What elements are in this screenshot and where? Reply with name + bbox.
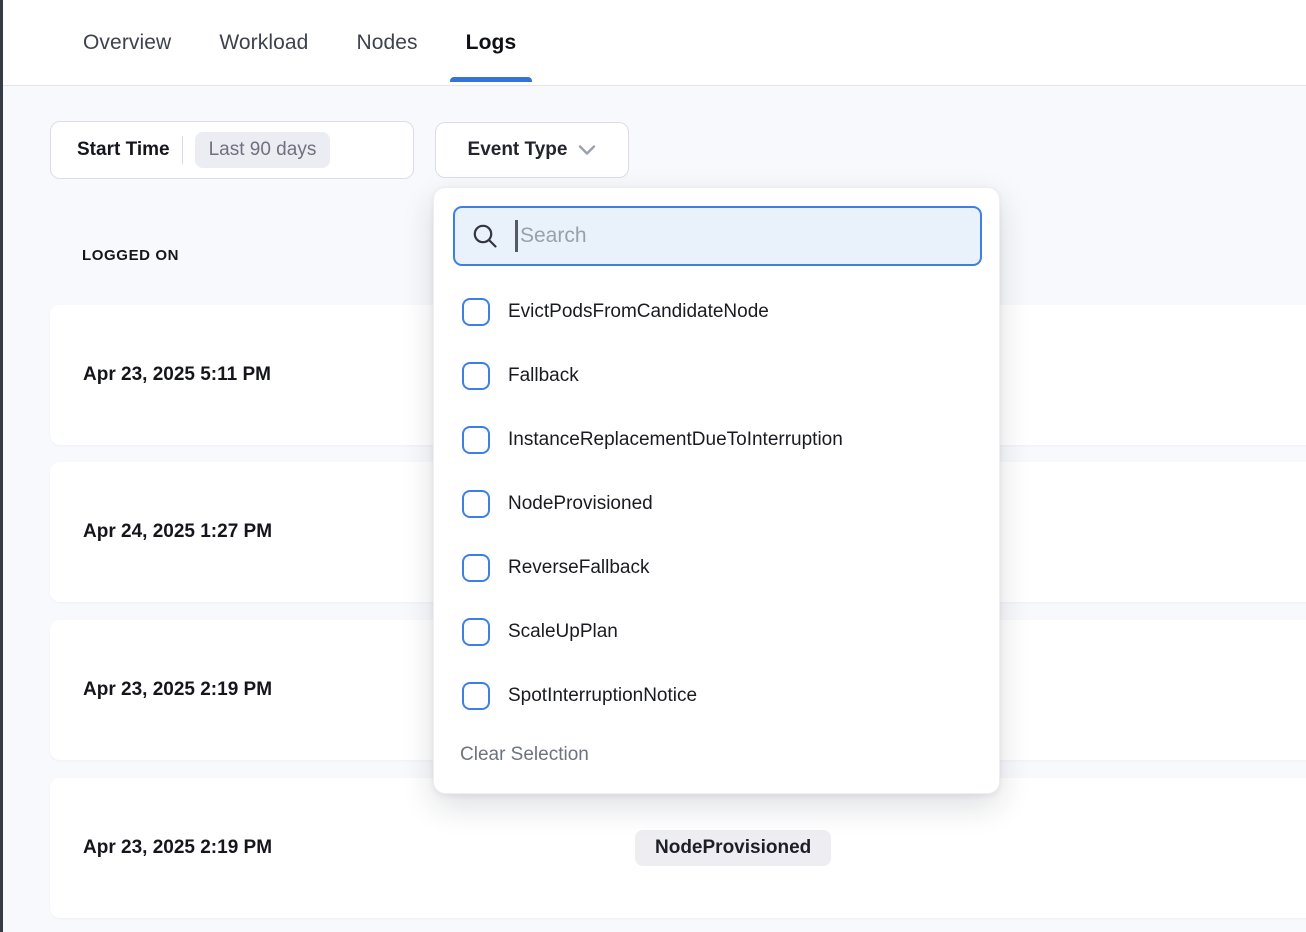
filter-divider	[182, 136, 183, 164]
logged-on-cell: Apr 23, 2025 2:19 PM	[83, 837, 272, 859]
option-label: ReverseFallback	[508, 557, 650, 579]
start-time-label: Start Time	[77, 139, 170, 161]
tab-bar: Overview Workload Nodes Logs	[0, 0, 1306, 86]
tab-workload[interactable]: Workload	[203, 0, 324, 85]
search-icon	[471, 222, 499, 250]
event-type-badge: NodeProvisioned	[635, 830, 831, 866]
logged-on-cell: Apr 23, 2025 5:11 PM	[83, 364, 271, 386]
sidebar-edge	[0, 0, 3, 932]
tab-nodes[interactable]: Nodes	[340, 0, 433, 85]
search-input[interactable]: Search	[453, 206, 982, 266]
checkbox[interactable]	[462, 682, 490, 710]
column-header-logged-on: LOGGED ON	[82, 247, 179, 264]
checkbox[interactable]	[462, 426, 490, 454]
logged-on-cell: Apr 23, 2025 2:19 PM	[83, 679, 272, 701]
option-label: NodeProvisioned	[508, 493, 653, 515]
option-label: ScaleUpPlan	[508, 621, 618, 643]
clear-selection-button[interactable]: Clear Selection	[460, 744, 589, 766]
table-row[interactable]: Apr 23, 2025 2:19 PM NodeProvisioned	[50, 778, 1306, 918]
option-evictpodsfromcandidatenode[interactable]: EvictPodsFromCandidateNode	[434, 280, 999, 344]
start-time-value[interactable]: Last 90 days	[195, 132, 331, 168]
option-spotinterruptionnotice[interactable]: SpotInterruptionNotice	[434, 664, 999, 728]
option-scaleupplan[interactable]: ScaleUpPlan	[434, 600, 999, 664]
option-reversefallback[interactable]: ReverseFallback	[434, 536, 999, 600]
event-type-label: Event Type	[468, 139, 568, 161]
tabs: Overview Workload Nodes Logs	[67, 0, 532, 85]
text-cursor	[515, 220, 518, 252]
checkbox[interactable]	[462, 362, 490, 390]
tab-overview[interactable]: Overview	[67, 0, 187, 85]
option-label: Fallback	[508, 365, 579, 387]
checkbox[interactable]	[462, 554, 490, 582]
search-placeholder: Search	[520, 224, 587, 248]
chevron-down-icon	[578, 144, 596, 156]
logs-page: Overview Workload Nodes Logs Start Time …	[0, 0, 1306, 932]
checkbox[interactable]	[462, 298, 490, 326]
tab-logs[interactable]: Logs	[450, 0, 533, 85]
option-label: EvictPodsFromCandidateNode	[508, 301, 769, 323]
option-label: InstanceReplacementDueToInterruption	[508, 429, 843, 451]
checkbox[interactable]	[462, 490, 490, 518]
logged-on-cell: Apr 24, 2025 1:27 PM	[83, 521, 272, 543]
start-time-filter[interactable]: Start Time Last 90 days	[50, 121, 414, 179]
event-type-options: EvictPodsFromCandidateNode Fallback Inst…	[434, 280, 999, 728]
option-instancereplacementduetointerruption[interactable]: InstanceReplacementDueToInterruption	[434, 408, 999, 472]
option-label: SpotInterruptionNotice	[508, 685, 697, 707]
checkbox[interactable]	[462, 618, 490, 646]
event-type-dropdown: Search EvictPodsFromCandidateNode Fallba…	[433, 187, 1000, 794]
option-nodeprovisioned[interactable]: NodeProvisioned	[434, 472, 999, 536]
option-fallback[interactable]: Fallback	[434, 344, 999, 408]
event-type-filter[interactable]: Event Type	[435, 122, 629, 178]
